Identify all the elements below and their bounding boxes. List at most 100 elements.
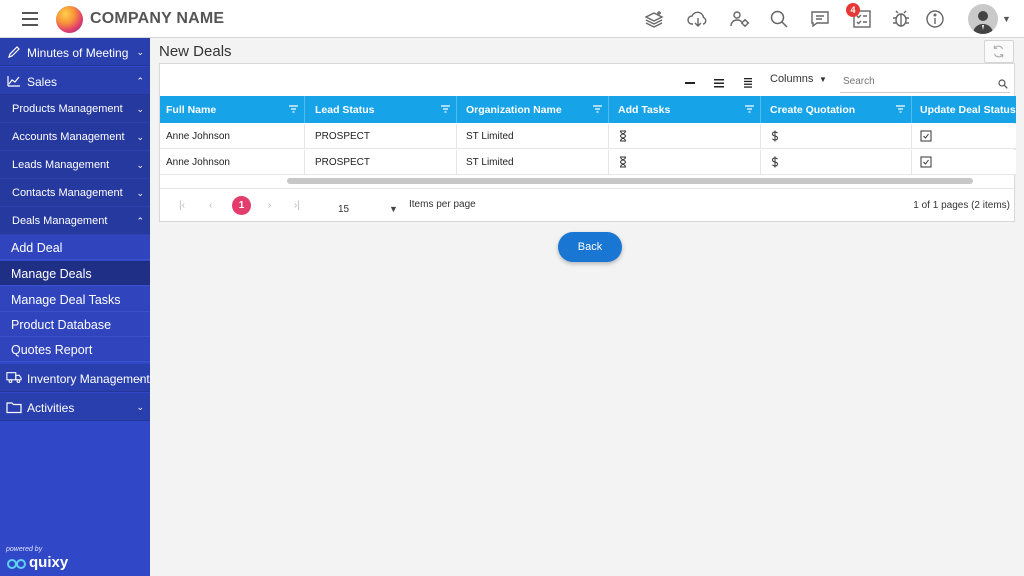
chart-icon	[6, 73, 22, 89]
cell-lead-status: PROSPECT	[305, 150, 457, 175]
horizontal-scrollbar[interactable]	[287, 178, 973, 184]
sidebar-item-leads-management[interactable]: Leads Management ⌄	[0, 151, 150, 179]
sidebar-item-label: Activities	[27, 401, 75, 415]
column-header-lead-status[interactable]: Lead Status	[305, 96, 457, 123]
page-title: New Deals	[159, 43, 232, 60]
chevron-down-icon: ⌄	[136, 373, 144, 383]
info-icon[interactable]	[924, 8, 946, 30]
sidebar-item-minutes-of-meeting[interactable]: Minutes of Meeting ⌄	[0, 38, 150, 66]
sidebar-item-label: Deals Management	[12, 215, 108, 227]
sidebar-item-accounts-management[interactable]: Accounts Management ⌄	[0, 123, 150, 151]
cell-full-name: Anne Johnson	[160, 150, 305, 175]
next-page-icon[interactable]: ›	[268, 200, 271, 211]
chevron-up-icon: ⌃	[136, 76, 144, 86]
search-input[interactable]	[840, 71, 1010, 93]
pages-info: 1 of 1 pages (2 items)	[913, 200, 1010, 211]
cell-full-name: Anne Johnson	[160, 124, 305, 149]
cell-organization-name: ST Limited	[457, 124, 609, 149]
sidebar-item-quotes-report[interactable]: Quotes Report	[0, 337, 150, 362]
sidebar-item-contacts-management[interactable]: Contacts Management ⌄	[0, 179, 150, 207]
refresh-icon	[993, 45, 1004, 58]
bug-icon[interactable]	[890, 8, 912, 30]
cloud-download-icon[interactable]	[687, 8, 709, 30]
normal-density-icon[interactable]	[712, 76, 726, 88]
sidebar-item-product-database[interactable]: Product Database	[0, 312, 150, 337]
powered-by-label: powered by	[6, 546, 43, 553]
truck-icon	[6, 370, 22, 386]
chevron-down-icon: ⌄	[136, 160, 144, 170]
cell-update-deal-status	[912, 124, 1016, 149]
filter-icon[interactable]	[441, 105, 450, 113]
chevron-down-icon: ⌄	[136, 402, 144, 412]
cell-add-tasks	[609, 124, 761, 149]
sidebar-item-label: Add Deal	[11, 241, 63, 255]
hourglass-icon[interactable]	[617, 130, 629, 142]
filter-icon[interactable]	[896, 105, 905, 113]
sidebar-item-manage-deals[interactable]: Manage Deals	[0, 261, 150, 286]
chevron-down-icon: ⌄	[136, 47, 144, 57]
search-icon[interactable]	[768, 8, 790, 30]
search-icon	[998, 76, 1008, 89]
chat-icon[interactable]	[809, 8, 831, 30]
prev-page-icon[interactable]: ‹	[209, 200, 212, 211]
cell-update-deal-status	[912, 150, 1016, 175]
sidebar-item-products-management[interactable]: Products Management ⌄	[0, 95, 150, 123]
filter-icon[interactable]	[289, 105, 298, 113]
sidebar-item-manage-deal-tasks[interactable]: Manage Deal Tasks	[0, 287, 150, 312]
cell-lead-status: PROSPECT	[305, 124, 457, 149]
notification-badge: 4	[846, 3, 860, 17]
back-button[interactable]: Back	[558, 232, 622, 262]
column-header-full-name[interactable]: Full Name	[160, 96, 305, 123]
compact-density-icon[interactable]	[683, 76, 697, 88]
caret-down-icon[interactable]: ▼	[389, 204, 398, 214]
items-per-page-select[interactable]: 15	[338, 204, 349, 215]
sidebar-item-label: Accounts Management	[12, 131, 125, 143]
brand-name: quixy	[29, 554, 69, 571]
comfortable-density-icon[interactable]	[741, 76, 755, 88]
chevron-down-icon: ⌄	[136, 132, 144, 142]
cell-organization-name: ST Limited	[457, 150, 609, 175]
folder-icon	[6, 399, 22, 415]
refresh-button[interactable]	[984, 40, 1014, 63]
columns-menu-button[interactable]: Columns	[770, 73, 813, 85]
sidebar-item-label: Minutes of Meeting	[27, 46, 129, 60]
sidebar-item-label: Contacts Management	[12, 187, 123, 199]
sidebar-item-activities[interactable]: Activities ⌄	[0, 393, 150, 421]
column-header-update-deal-status[interactable]: Update Deal Status	[912, 96, 1016, 123]
last-page-icon[interactable]: ›|	[294, 200, 300, 211]
company-name: COMPANY NAME	[90, 10, 225, 27]
grid-header: Full Name Lead Status Organization Name …	[160, 96, 1016, 123]
quixy-logo-icon	[6, 557, 28, 569]
sidebar-item-sales[interactable]: Sales ⌃	[0, 67, 150, 95]
top-bar: COMPANY NAME 4 ▼	[0, 0, 1024, 38]
filter-icon[interactable]	[745, 105, 754, 113]
column-header-add-tasks[interactable]: Add Tasks	[609, 96, 761, 123]
sidebar-item-deals-management[interactable]: Deals Management ⌃	[0, 207, 150, 235]
sidebar-item-add-deal[interactable]: Add Deal	[0, 235, 150, 260]
hamburger-menu-icon[interactable]	[22, 12, 38, 26]
sidebar-item-label: Products Management	[12, 103, 123, 115]
hourglass-icon[interactable]	[617, 156, 629, 168]
first-page-icon[interactable]: |‹	[179, 200, 185, 211]
chevron-down-icon: ⌄	[136, 104, 144, 114]
checkbox-icon[interactable]	[920, 156, 932, 168]
chevron-down-icon: ⌄	[136, 188, 144, 198]
page-number-current[interactable]: 1	[232, 196, 251, 215]
sidebar-item-label: Leads Management	[12, 159, 110, 171]
chevron-down-icon[interactable]: ▼	[1002, 14, 1011, 24]
column-header-create-quotation[interactable]: Create Quotation	[761, 96, 912, 123]
users-settings-icon[interactable]	[729, 8, 751, 30]
sidebar-item-inventory-management[interactable]: Inventory Management ⌄	[0, 364, 150, 392]
chevron-up-icon: ⌃	[136, 216, 144, 226]
sidebar-item-label: Product Database	[11, 318, 112, 332]
avatar[interactable]	[968, 4, 998, 34]
dollar-icon[interactable]	[769, 156, 781, 168]
sidebar-item-label: Manage Deals	[11, 267, 92, 281]
checkbox-icon[interactable]	[920, 130, 932, 142]
dollar-icon[interactable]	[769, 130, 781, 142]
filter-icon[interactable]	[593, 105, 602, 113]
column-header-organization-name[interactable]: Organization Name	[457, 96, 609, 123]
sidebar-item-label: Inventory Management	[27, 372, 150, 386]
add-layers-icon[interactable]	[643, 8, 665, 30]
caret-down-icon[interactable]: ▼	[819, 75, 827, 84]
